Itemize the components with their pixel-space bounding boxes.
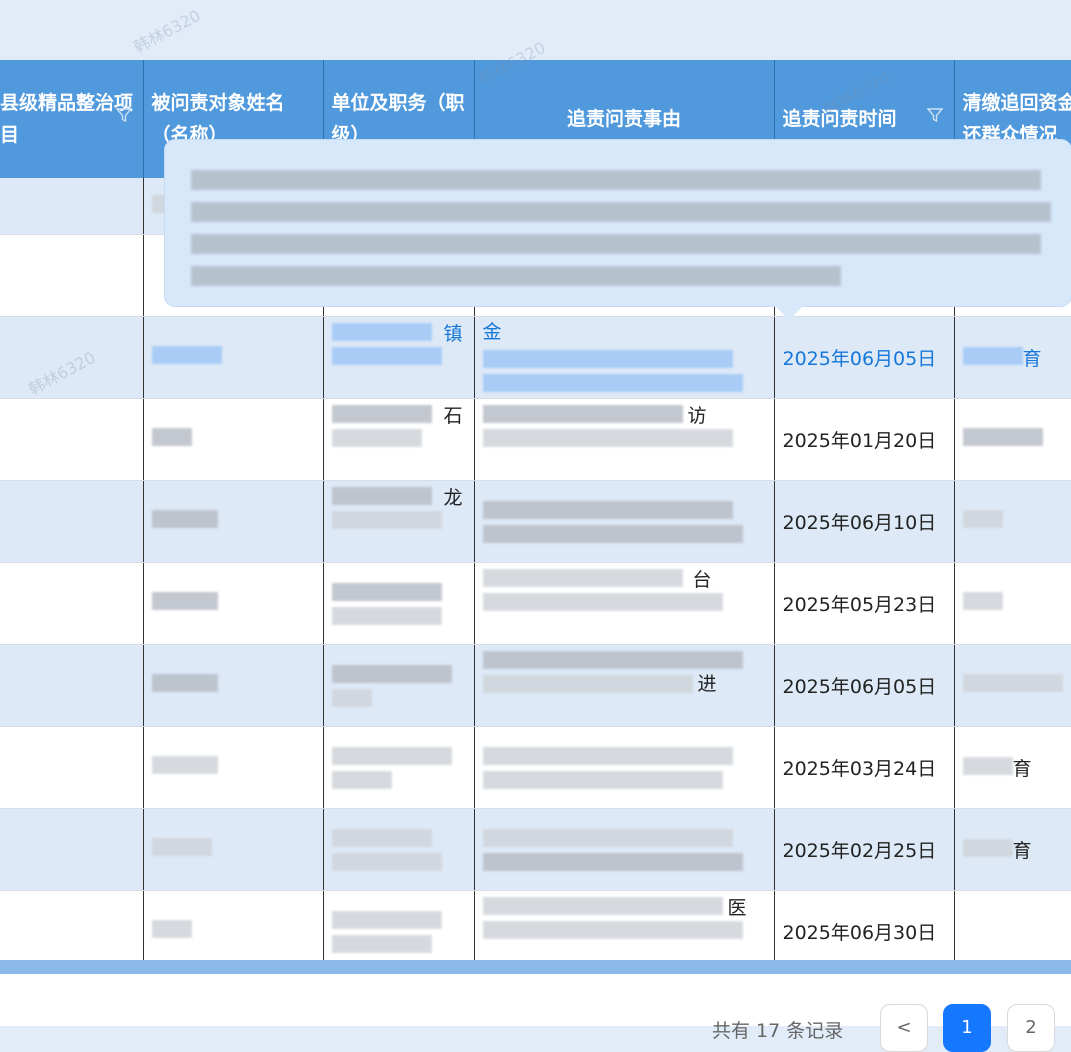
date-cell: 2025年05月23日 bbox=[774, 562, 955, 645]
table-row[interactable]: 台 2025年05月23日 bbox=[0, 562, 1071, 645]
page-2-button[interactable]: 2 bbox=[1007, 1004, 1055, 1052]
pagination-bar: 共有 17 条记录 < 1 2 bbox=[0, 974, 1071, 1052]
tooltip-arrow bbox=[775, 306, 803, 320]
header-project[interactable]: 县级精品整治项目 bbox=[0, 60, 144, 178]
table-row[interactable]: 镇 金 2025年06月05日 育 bbox=[0, 316, 1071, 399]
date-cell: 2025年02月25日 bbox=[774, 808, 955, 891]
filter-icon[interactable] bbox=[925, 106, 944, 124]
date-cell: 2025年06月05日 bbox=[774, 316, 955, 399]
date-cell: 2025年03月24日 bbox=[774, 726, 955, 809]
table-row[interactable]: 石 访 2025年01月20日 bbox=[0, 398, 1071, 481]
horizontal-scrollbar[interactable] bbox=[0, 960, 1071, 974]
total-records: 共有 17 条记录 bbox=[712, 1020, 844, 1042]
filter-icon[interactable] bbox=[114, 106, 133, 124]
date-cell: 2025年01月20日 bbox=[774, 398, 955, 481]
watermark: 韩林6320 bbox=[130, 5, 204, 57]
table-row[interactable]: 2025年03月24日 育 bbox=[0, 726, 1071, 809]
prev-page-button[interactable]: < bbox=[880, 1004, 928, 1052]
date-cell: 2025年06月30日 bbox=[774, 890, 955, 960]
table-row[interactable]: 2025年02月25日 育 bbox=[0, 808, 1071, 891]
table-row[interactable]: 进 2025年06月05日 bbox=[0, 644, 1071, 727]
table-row[interactable]: 医 2025年06月30日 bbox=[0, 890, 1071, 960]
reason-tooltip bbox=[165, 140, 1071, 320]
table-row[interactable]: 龙 2025年06月10日 bbox=[0, 480, 1071, 563]
date-cell: 2025年06月05日 bbox=[774, 644, 955, 727]
date-cell: 2025年06月10日 bbox=[774, 480, 955, 563]
page-1-button[interactable]: 1 bbox=[943, 1004, 991, 1052]
